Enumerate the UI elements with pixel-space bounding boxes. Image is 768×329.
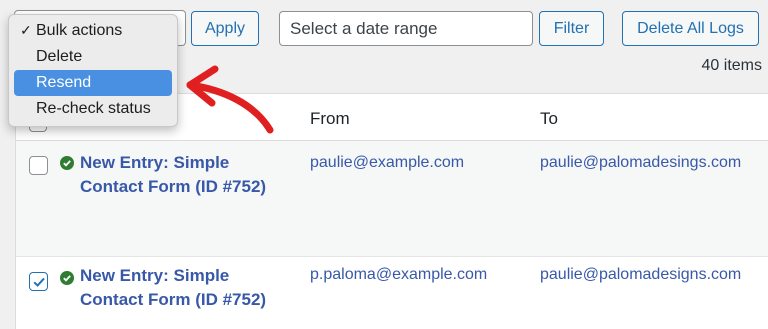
column-header-to: To [540,109,558,128]
apply-button[interactable]: Apply [191,11,259,46]
from-email: p.paloma@example.com [310,266,488,283]
option-label: Resend [36,74,92,91]
date-range-input[interactable] [279,11,533,46]
from-email: paulie@example.com [310,154,465,171]
success-check-icon [60,271,74,285]
option-label: Delete [36,48,83,65]
dropdown-option-delete[interactable]: Delete [14,44,172,70]
table-row: New Entry: Simple Contact Form (ID #752)… [16,141,768,257]
table-row: New Entry: Simple Contact Form (ID #752)… [16,257,768,329]
option-label: Bulk actions [36,22,123,39]
delete-all-logs-button[interactable]: Delete All Logs [622,11,759,46]
entry-title-link[interactable]: New Entry: Simple Contact Form (ID #752) [80,264,290,312]
to-email: paulie@palomadesigns.com [540,266,742,283]
option-label: Re-check status [36,100,151,117]
entry-title-link[interactable]: New Entry: Simple Contact Form (ID #752) [80,151,290,199]
dropdown-option-resend[interactable]: Resend [14,70,172,96]
filter-button[interactable]: Filter [539,11,604,46]
checkmark-icon: ✓ [20,22,32,38]
annotation-arrow-icon [186,65,274,134]
success-check-icon [60,156,74,170]
items-count: 40 items [701,57,762,74]
dropdown-option-bulk-actions[interactable]: ✓ Bulk actions [14,18,172,44]
checkmark-icon [33,277,45,287]
dropdown-option-recheck-status[interactable]: Re-check status [14,96,172,122]
to-email: paulie@palomadesings.com [540,154,742,171]
row-checkbox[interactable] [29,156,48,175]
bulk-actions-dropdown: ✓ Bulk actions Delete Resend Re-check st… [8,14,178,127]
row-checkbox[interactable] [29,272,48,291]
